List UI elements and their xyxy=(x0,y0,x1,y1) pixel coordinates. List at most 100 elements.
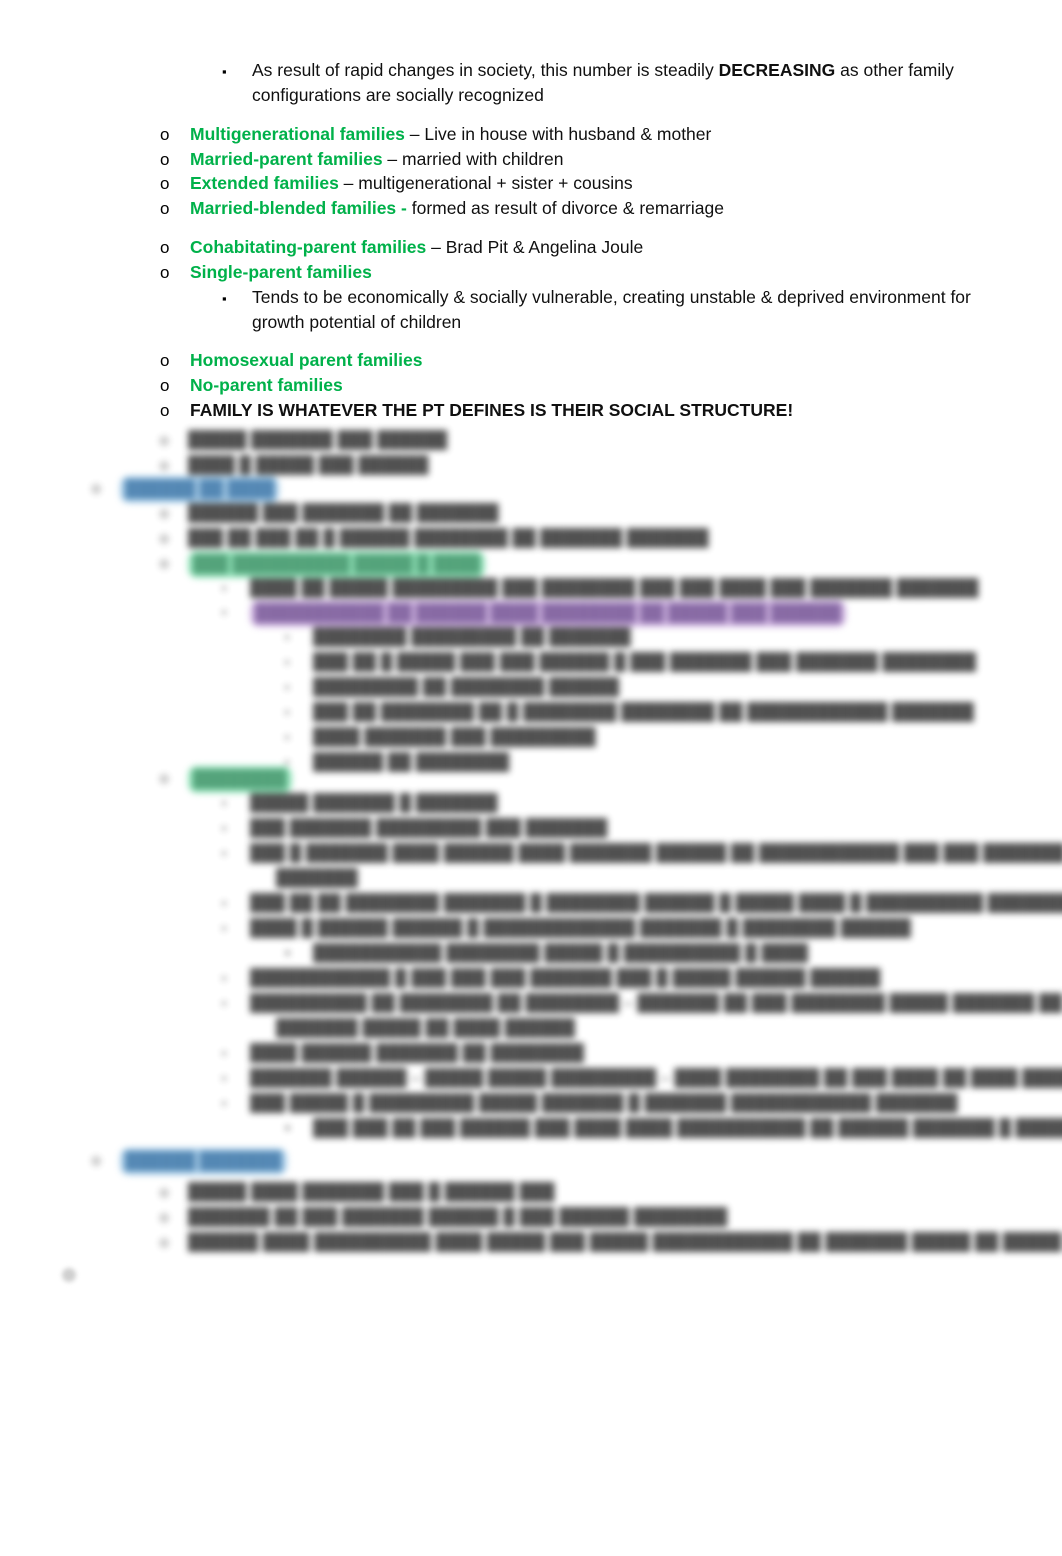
redacted-text: ██████ ████ ██████████ ████ █████ ███ ██… xyxy=(188,1233,1062,1251)
family-type-term: Married-blended families - xyxy=(190,198,407,218)
square-bullet-icon: ▪ xyxy=(285,705,290,719)
redacted-text: ██████ ███ ███████ ██ ███████ xyxy=(188,504,499,522)
redacted-list-item: o ██████ ████ ██████████ ████ █████ ███ █… xyxy=(160,1230,1062,1255)
redacted-text: ███ ██ █ █████ ███ ███ ██████ █ ███ ████… xyxy=(313,653,976,671)
single-parent-detail-line2: growth potential of children xyxy=(252,312,462,332)
redacted-text: ███████ ██████ – █████ █████ █████████ –… xyxy=(250,1069,1062,1087)
circle-bullet-icon: o xyxy=(160,401,170,420)
circle-bullet-icon: o xyxy=(92,1152,101,1169)
square-bullet-icon: ▪ xyxy=(285,680,290,694)
redacted-text: ███████ ██ ███ ███████ ██████ █ ███ ████… xyxy=(188,1208,728,1226)
circle-bullet-icon: o xyxy=(160,199,170,218)
circle-bullet-icon: o xyxy=(160,150,170,169)
redacted-list-item: ▪ ███ █ ███████ ████ ██████ ████ ███████ … xyxy=(222,841,1062,866)
redacted-text: █████ ███████ ███ ██████ xyxy=(188,431,448,449)
square-bullet-icon: ▪ xyxy=(222,846,227,860)
redacted-list-item: ███████ xyxy=(248,866,358,891)
redacted-text: ████████████ █ ███ ███ ███ ███████ ███ █… xyxy=(250,969,881,987)
redacted-list-item: o ████ █ █████ ███ ██████ xyxy=(160,453,428,478)
redacted-list-item: ▪ ████ ██████ ███████ ██ ████████ xyxy=(222,1041,584,1066)
square-bullet-icon: ▪ xyxy=(285,730,290,744)
circle-bullet-icon: o xyxy=(160,457,169,474)
document-page: ▪ As result of rapid changes in society,… xyxy=(0,0,1062,1556)
square-bullet-icon: ▪ xyxy=(285,630,290,644)
redacted-list-item: ▪ ███ ██ █ █████ ███ ███ ██████ █ ███ ███… xyxy=(285,650,976,675)
redacted-text: ██████ ███████ xyxy=(120,1148,287,1175)
redacted-text: ████ ██████ ███████ ██ ████████ xyxy=(250,1044,584,1062)
list-item-homosexual-parent: o Homosexual parent families xyxy=(160,348,1020,373)
family-type-desc: – multigenerational + sister + cousins xyxy=(338,173,633,193)
redacted-list-item: o ██████ ███ ███████ ██ ███████ xyxy=(160,501,499,526)
bullet-icon: • xyxy=(285,945,291,962)
square-bullet-icon: ▪ xyxy=(222,821,227,835)
family-type-desc: – Brad Pit & Angelina Joule xyxy=(426,237,644,257)
redacted-list-item: ███████ █████ ██ ████ ██████ xyxy=(248,1016,575,1041)
redacted-list-item: ▪ ███ ███████ █████████ ███ ███████ xyxy=(222,816,607,841)
redacted-list-item: ▪ ███████ ██████ – █████ █████ █████████ … xyxy=(222,1066,1062,1091)
circle-bullet-icon: o xyxy=(160,376,170,395)
redacted-list-item: ▪ █████████ ██ ████████ ██████ xyxy=(285,675,619,700)
family-type-term: Extended families xyxy=(190,173,339,193)
square-bullet-icon: ▪ xyxy=(222,291,227,306)
square-bullet-icon: ▪ xyxy=(222,921,227,935)
bullet-icon: • xyxy=(285,1120,291,1137)
circle-bullet-icon: o xyxy=(92,480,101,497)
family-type-term: Homosexual parent families xyxy=(190,350,423,370)
circle-bullet-icon: o xyxy=(160,432,169,449)
redacted-list-item: o ███ ██ ███ ██ █ ██████ ████████ ██ ████… xyxy=(160,526,709,551)
redacted-text: █████ ████ ███████ ███ █ ██████ ███ xyxy=(188,1183,555,1201)
redacted-text: ██████ ██ ████████ xyxy=(313,753,510,771)
redacted-text: ████████ █████████ ██ ███████ xyxy=(313,628,631,646)
redacted-list-item: ▪ █████ ███████ █ ███████ xyxy=(222,791,498,816)
circle-bullet-icon: o xyxy=(160,263,170,282)
square-bullet-icon: ▪ xyxy=(222,581,227,595)
intro-text-post: as other family xyxy=(835,60,954,80)
redacted-list-item: o ███ ██████████ █████ █ ████ xyxy=(160,551,486,578)
stray-bullet-mark xyxy=(62,1268,76,1282)
redacted-list-item: ▪ ████████████ █ ███ ███ ███ ███████ ███ … xyxy=(222,966,880,991)
circle-bullet-icon: o xyxy=(160,770,169,787)
redacted-text: ██████████ ██ ████████ ██ ████████ – ███… xyxy=(250,994,1062,1012)
circle-bullet-icon: o xyxy=(160,174,170,193)
redacted-text: ██████ ██ ████ xyxy=(120,476,280,503)
square-bullet-icon: ▪ xyxy=(222,1071,227,1085)
single-parent-detail-line1: Tends to be economically & socially vuln… xyxy=(252,287,971,307)
redacted-text: ███ ██████████ █████ █ ████ xyxy=(188,551,486,578)
redacted-list-item: o █████ ███████ ███ ██████ xyxy=(160,428,447,453)
redacted-list-item: ▪ ███ █████ █ █████████ █████ ███████ █ █… xyxy=(222,1091,958,1116)
family-type-term: Single-parent families xyxy=(190,262,372,282)
square-bullet-icon: ▪ xyxy=(222,64,227,79)
redacted-list-item: o ██████ ███████ xyxy=(92,1148,287,1175)
redacted-text: ███████████ ██ ██████ ████ ████████ ██ █… xyxy=(250,600,847,627)
square-bullet-icon: ▪ xyxy=(222,1046,227,1060)
family-type-term: Married-parent families xyxy=(190,149,383,169)
redacted-text: ████ █ ██████ ██████ █ █████████████ ███… xyxy=(250,919,911,937)
key-statement-text: FAMILY IS WHATEVER THE PT DEFINES IS THE… xyxy=(190,400,794,420)
redacted-list-item: o ██████ ██ ████ xyxy=(92,476,280,503)
circle-bullet-icon: o xyxy=(160,555,169,572)
redacted-text: ███████ xyxy=(276,869,358,887)
redacted-text: ████████ xyxy=(188,766,292,793)
redacted-list-item: • ███████████ ████████ █████ █ ██████████… xyxy=(285,941,808,966)
redacted-text: ███ ███ ██ ███ ██████ ███ ████ ████ ████… xyxy=(313,1119,1062,1137)
family-type-desc: formed as result of divorce & remarriage xyxy=(406,198,724,218)
redacted-text: ███ ██ ███ ██ █ ██████ ████████ ██ █████… xyxy=(188,529,709,547)
redacted-text: ███████ █████ ██ ████ ██████ xyxy=(276,1019,575,1037)
square-bullet-icon: ▪ xyxy=(222,796,227,810)
square-bullet-icon: ▪ xyxy=(222,1096,227,1110)
redacted-text: █████ ███████ █ ███████ xyxy=(250,794,498,812)
list-item: ▪ As result of rapid changes in society,… xyxy=(222,58,1012,108)
redacted-list-item: o ████████ xyxy=(160,766,292,793)
list-item-extended: o Extended families – multigenerational … xyxy=(160,171,1020,196)
family-type-term: No-parent families xyxy=(190,375,343,395)
redacted-text: ███ █████ █ █████████ █████ ███████ █ ██… xyxy=(250,1094,958,1112)
redacted-list-item: ▪ ████ ███████ ███ █████████ xyxy=(285,725,596,750)
circle-bullet-icon: o xyxy=(160,125,170,144)
redacted-list-item: o ███████ ██ ███ ███████ ██████ █ ███ ███… xyxy=(160,1205,727,1230)
redacted-text: ███ ██ ████████ ██ █ ████████ ████████ █… xyxy=(313,703,974,721)
square-bullet-icon: ▪ xyxy=(222,996,227,1010)
redacted-list-item: ▪ ██████ ██ ████████ xyxy=(285,750,509,775)
redacted-text: ███ █ ███████ ████ ██████ ████ ███████ █… xyxy=(250,844,1062,862)
circle-bullet-icon: o xyxy=(160,1184,169,1201)
redacted-list-item: ▪ ███████████ ██ ██████ ████ ████████ ██ … xyxy=(222,600,847,627)
